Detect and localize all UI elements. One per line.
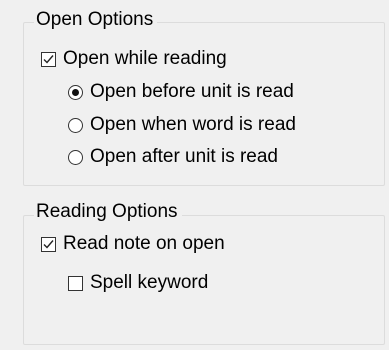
radio-open-after-unit-label: Open after unit is read [90,146,278,167]
radio-unselected-icon[interactable] [68,149,83,165]
checkbox-checked-icon[interactable] [41,51,56,67]
spell-keyword-label: Spell keyword [90,272,209,293]
open-options-title: Open Options [34,9,158,31]
radio-selected-icon[interactable] [68,84,83,100]
radio-unselected-icon[interactable] [68,117,83,133]
open-while-reading-checkbox[interactable]: Open while reading [41,47,227,71]
radio-open-before-unit-label: Open before unit is read [90,81,294,102]
checkbox-unchecked-icon[interactable] [68,275,83,291]
read-note-on-open-checkbox[interactable]: Read note on open [41,232,225,256]
reading-options-title: Reading Options [34,201,182,223]
radio-open-before-unit[interactable]: Open before unit is read [68,80,294,104]
radio-open-when-word-label: Open when word is read [90,114,296,135]
radio-open-after-unit[interactable]: Open after unit is read [68,145,278,169]
spell-keyword-checkbox[interactable]: Spell keyword [68,271,208,295]
read-note-on-open-label: Read note on open [63,233,225,254]
checkbox-checked-icon[interactable] [41,236,56,252]
open-while-reading-label: Open while reading [63,48,227,69]
radio-open-when-word[interactable]: Open when word is read [68,113,296,137]
